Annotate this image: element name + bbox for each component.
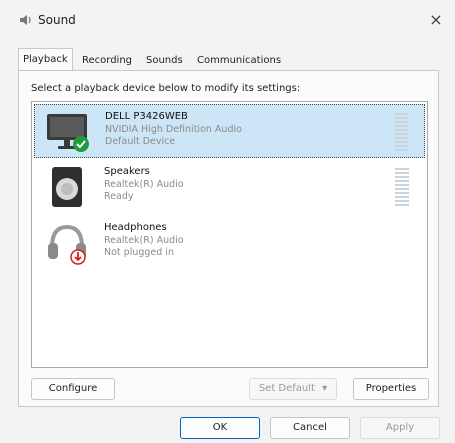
device-item-dell-monitor[interactable]: DELL P3426WEB NVIDIA High Definition Aud… <box>34 104 425 158</box>
speaker-icon <box>20 15 31 25</box>
ok-button[interactable]: OK <box>180 417 260 439</box>
window-title: Sound <box>38 13 76 27</box>
speaker-icon <box>52 167 82 207</box>
device-driver: NVIDIA High Definition Audio <box>105 124 242 135</box>
device-driver: Realtek(R) Audio <box>104 235 184 246</box>
ok-label: OK <box>212 422 228 433</box>
properties-label: Properties <box>365 383 417 394</box>
configure-button[interactable]: Configure <box>31 378 115 400</box>
tab-recording[interactable]: Recording <box>78 52 136 70</box>
device-name: Speakers <box>104 166 150 177</box>
instruction-text: Select a playback device below to modify… <box>31 83 301 94</box>
device-name: DELL P3426WEB <box>105 111 188 122</box>
set-default-label: Set Default <box>258 383 315 394</box>
dropdown-arrow-icon: ▾ <box>322 383 328 394</box>
title-bar: Sound × <box>0 0 455 40</box>
close-button[interactable]: × <box>425 10 447 30</box>
playback-panel: Select a playback device below to modify… <box>18 70 439 407</box>
set-default-button[interactable]: Set Default ▾ <box>249 378 337 400</box>
device-status: Default Device <box>105 136 176 147</box>
device-status: Not plugged in <box>104 247 174 258</box>
device-driver: Realtek(R) Audio <box>104 179 184 190</box>
volume-meter <box>394 113 408 151</box>
tab-communications[interactable]: Communications <box>193 52 285 70</box>
device-name: Headphones <box>104 222 167 233</box>
apply-button[interactable]: Apply <box>360 417 440 439</box>
apply-label: Apply <box>385 422 415 433</box>
tab-sounds[interactable]: Sounds <box>142 52 187 70</box>
headphones-icon <box>48 224 86 265</box>
cancel-button[interactable]: Cancel <box>270 417 350 439</box>
tab-playback[interactable]: Playback <box>18 48 73 72</box>
monitor-icon <box>47 114 89 152</box>
cancel-label: Cancel <box>293 422 327 433</box>
device-status: Ready <box>104 191 134 202</box>
default-check-icon <box>73 136 89 152</box>
configure-label: Configure <box>48 383 98 394</box>
device-item-speakers[interactable]: Speakers Realtek(R) Audio Ready <box>34 160 425 214</box>
volume-meter <box>395 168 409 206</box>
properties-button[interactable]: Properties <box>353 378 429 400</box>
device-list[interactable]: DELL P3426WEB NVIDIA High Definition Aud… <box>31 101 428 368</box>
device-item-headphones[interactable]: Headphones Realtek(R) Audio Not plugged … <box>34 216 425 270</box>
